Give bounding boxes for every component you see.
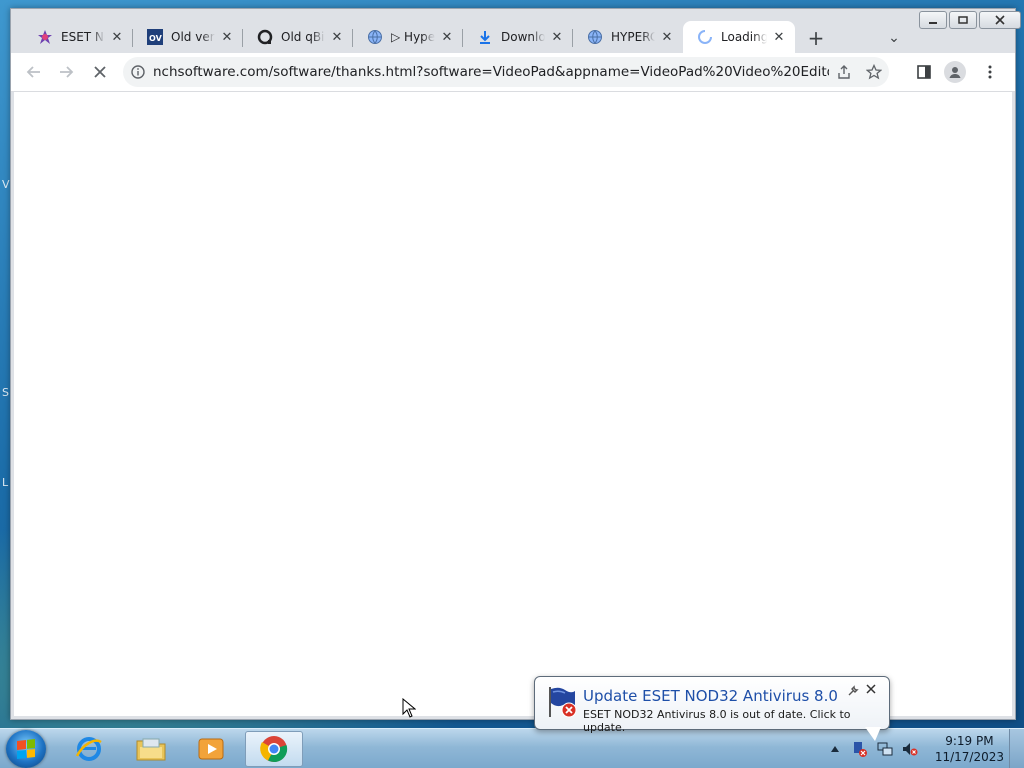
system-tray: 9:19 PM 11/17/2023 (821, 729, 1004, 768)
tab-title: Old versions (171, 30, 215, 44)
globe-icon (367, 29, 383, 45)
taskbar-media-player[interactable] (182, 731, 240, 767)
close-icon[interactable]: ✕ (771, 29, 787, 45)
minimize-icon (929, 22, 937, 24)
share-icon[interactable] (829, 64, 859, 80)
person-icon (949, 67, 961, 78)
side-panel-icon (917, 65, 931, 79)
tab-old-versions[interactable]: OV Old versions ✕ (133, 21, 243, 53)
tab-search-button[interactable]: ⌄ (881, 25, 907, 51)
page-content-blank[interactable] (14, 92, 1012, 716)
taskbar-clock[interactable]: 9:19 PM 11/17/2023 (935, 733, 1004, 765)
tab-title: ESET NOD32 Antivirus (61, 30, 105, 44)
close-icon[interactable]: ✕ (109, 29, 125, 45)
loading-spinner-icon (697, 29, 713, 45)
close-icon[interactable]: ✕ (329, 29, 345, 45)
address-bar[interactable]: nchsoftware.com/software/thanks.html?sof… (123, 57, 889, 87)
new-tab-button[interactable]: + (803, 25, 829, 51)
download-icon (477, 29, 493, 45)
tab-eset[interactable]: ESET NOD32 Antivirus ✕ (23, 21, 133, 53)
folder-icon (136, 738, 166, 761)
side-panel-button[interactable] (911, 59, 937, 85)
stop-x-icon (94, 66, 106, 78)
eset-logo-icon (37, 29, 53, 45)
close-icon (866, 684, 876, 694)
site-info-icon[interactable] (123, 65, 153, 79)
window-close-button[interactable] (979, 11, 1021, 29)
forward-button[interactable] (53, 59, 79, 85)
tab-loading-active[interactable]: Loading ✕ (683, 21, 795, 53)
tab-download[interactable]: Download ✕ (463, 21, 573, 53)
tab-title: ▷ Hypercam (391, 30, 435, 44)
clock-time: 9:19 PM (945, 734, 994, 748)
options-wrench-icon[interactable] (847, 685, 859, 700)
window-controls (917, 11, 1021, 29)
bookmark-star-icon[interactable] (859, 64, 889, 80)
chrome-window: ESET NOD32 Antivirus ✕ OV Old versions ✕… (10, 8, 1021, 720)
windows-logo-icon (17, 739, 35, 759)
tab-title: Loading (721, 30, 767, 44)
network-icon[interactable] (874, 738, 896, 760)
chrome-logo-icon (260, 736, 288, 763)
back-button[interactable] (21, 59, 47, 85)
tab-strip: ESET NOD32 Antivirus ✕ OV Old versions ✕… (11, 9, 1021, 55)
desktop-icon-label-partial[interactable]: V (2, 178, 10, 191)
volume-muted-icon[interactable] (899, 738, 921, 760)
close-icon (995, 15, 1005, 25)
address-url[interactable]: nchsoftware.com/software/thanks.html?sof… (153, 64, 829, 80)
notification-text[interactable]: ESET NOD32 Antivirus 8.0 is out of date.… (583, 708, 889, 734)
tab-title: Old qBittorrent (281, 30, 325, 44)
oldversion-logo-icon: OV (147, 29, 163, 45)
close-icon[interactable]: ✕ (659, 29, 675, 45)
taskbar-internet-explorer[interactable] (60, 731, 118, 767)
globe-icon (587, 29, 603, 45)
taskbar-google-chrome[interactable] (245, 731, 303, 767)
close-icon[interactable]: ✕ (219, 29, 235, 45)
eset-update-notification[interactable]: Update ESET NOD32 Antivirus 8.0 ESET NOD… (534, 676, 890, 741)
start-button[interactable] (6, 730, 46, 768)
media-player-icon (198, 738, 224, 760)
close-icon[interactable]: ✕ (549, 29, 565, 45)
minimize-button[interactable] (919, 11, 947, 29)
qbittorrent-logo-icon (257, 29, 273, 45)
close-icon[interactable]: ✕ (439, 29, 455, 45)
show-desktop-button[interactable] (1009, 729, 1024, 768)
arrow-right-icon (60, 66, 74, 78)
tab-hypercam-2[interactable]: HYPERCAM ✕ (573, 21, 683, 53)
notification-title[interactable]: Update ESET NOD32 Antivirus 8.0 (583, 687, 838, 705)
browser-toolbar: nchsoftware.com/software/thanks.html?sof… (11, 53, 1015, 92)
eset-flag-warning-icon (545, 685, 579, 719)
tab-old-qbittorrent[interactable]: Old qBittorrent ✕ (243, 21, 353, 53)
stop-loading-button[interactable] (87, 59, 113, 85)
restore-button[interactable] (949, 11, 977, 29)
clock-date: 11/17/2023 (934, 750, 1004, 764)
profile-avatar-button[interactable] (944, 61, 966, 83)
eset-tray-warning-icon[interactable] (849, 738, 871, 760)
internet-explorer-icon (75, 737, 102, 761)
mouse-cursor-icon (402, 698, 416, 718)
taskbar-windows-explorer[interactable] (122, 731, 180, 767)
show-hidden-icons-chevron-icon[interactable] (824, 738, 846, 760)
svg-text:OV: OV (149, 34, 163, 43)
tab-hypercam[interactable]: ▷ Hypercam ✕ (353, 21, 463, 53)
arrow-left-icon (26, 66, 40, 78)
desktop-icon-label-partial[interactable]: L (2, 476, 8, 489)
notification-close-button[interactable] (865, 683, 877, 699)
kebab-menu-icon (988, 65, 992, 79)
restore-icon (958, 16, 968, 24)
tab-title: HYPERCAM (611, 30, 655, 44)
chrome-menu-button[interactable] (977, 59, 1003, 85)
desktop-icon-label-partial[interactable]: S (2, 386, 9, 399)
tab-title: Download (501, 30, 545, 44)
